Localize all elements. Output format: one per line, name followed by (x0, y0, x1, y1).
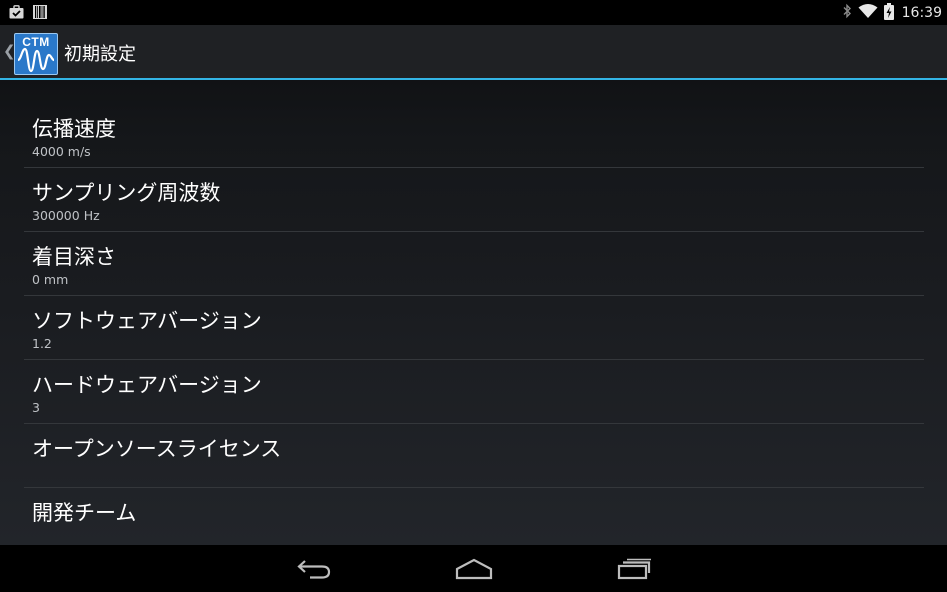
app-logo[interactable]: CTM (14, 33, 58, 75)
bluetooth-icon (842, 3, 852, 23)
waveform-icon (17, 47, 55, 73)
notification-icons (9, 4, 47, 23)
status-time: 16:39 (901, 5, 942, 21)
pref-title: サンプリング周波数 (32, 181, 221, 205)
page-title: 初期設定 (64, 44, 136, 65)
action-bar: ❮ CTM 初期設定 (0, 25, 947, 78)
pref-title: 伝播速度 (32, 117, 116, 141)
pref-title: 着目深さ (32, 245, 116, 269)
pref-title: 開発チーム (32, 501, 137, 525)
pref-title: オープンソースライセンス (32, 437, 282, 461)
pref-sampling-frequency[interactable]: サンプリング周波数 300000 Hz (24, 168, 924, 232)
action-bar-divider (0, 78, 947, 80)
settings-screen: 16:39 ❮ CTM 初期設定 伝播速度 4000 m/s サンプリング周波数… (0, 0, 947, 592)
pref-development-team[interactable]: 開発チーム (24, 488, 924, 551)
pref-open-source-licenses[interactable]: オープンソースライセンス (24, 424, 924, 488)
status-bar: 16:39 (0, 0, 947, 25)
battery-charging-icon (883, 2, 894, 24)
briefcase-check-icon (9, 4, 24, 23)
back-button[interactable] (292, 555, 336, 583)
pref-title: ソフトウェアバージョン (32, 309, 262, 333)
pref-summary: 4000 m/s (32, 144, 91, 159)
system-icons: 16:39 (842, 2, 942, 24)
navigation-bar (0, 545, 947, 592)
recent-apps-icon (617, 558, 651, 580)
home-icon (455, 558, 493, 580)
pref-propagation-velocity[interactable]: 伝播速度 4000 m/s (24, 104, 924, 168)
pref-software-version[interactable]: ソフトウェアバージョン 1.2 (24, 296, 924, 360)
pref-summary: 1.2 (32, 336, 52, 351)
back-icon (297, 560, 331, 579)
pref-title: ハードウェアバージョン (32, 373, 262, 397)
preference-list: 伝播速度 4000 m/s サンプリング周波数 300000 Hz 着目深さ 0… (24, 104, 924, 551)
wifi-icon (858, 3, 878, 23)
pref-summary: 3 (32, 400, 40, 415)
pref-hardware-version[interactable]: ハードウェアバージョン 3 (24, 360, 924, 424)
recent-apps-button[interactable] (612, 555, 656, 583)
pref-summary: 300000 Hz (32, 208, 100, 223)
barcode-icon (33, 4, 47, 23)
home-button[interactable] (452, 555, 496, 583)
pref-summary: 0 mm (32, 272, 69, 287)
pref-target-depth[interactable]: 着目深さ 0 mm (24, 232, 924, 296)
